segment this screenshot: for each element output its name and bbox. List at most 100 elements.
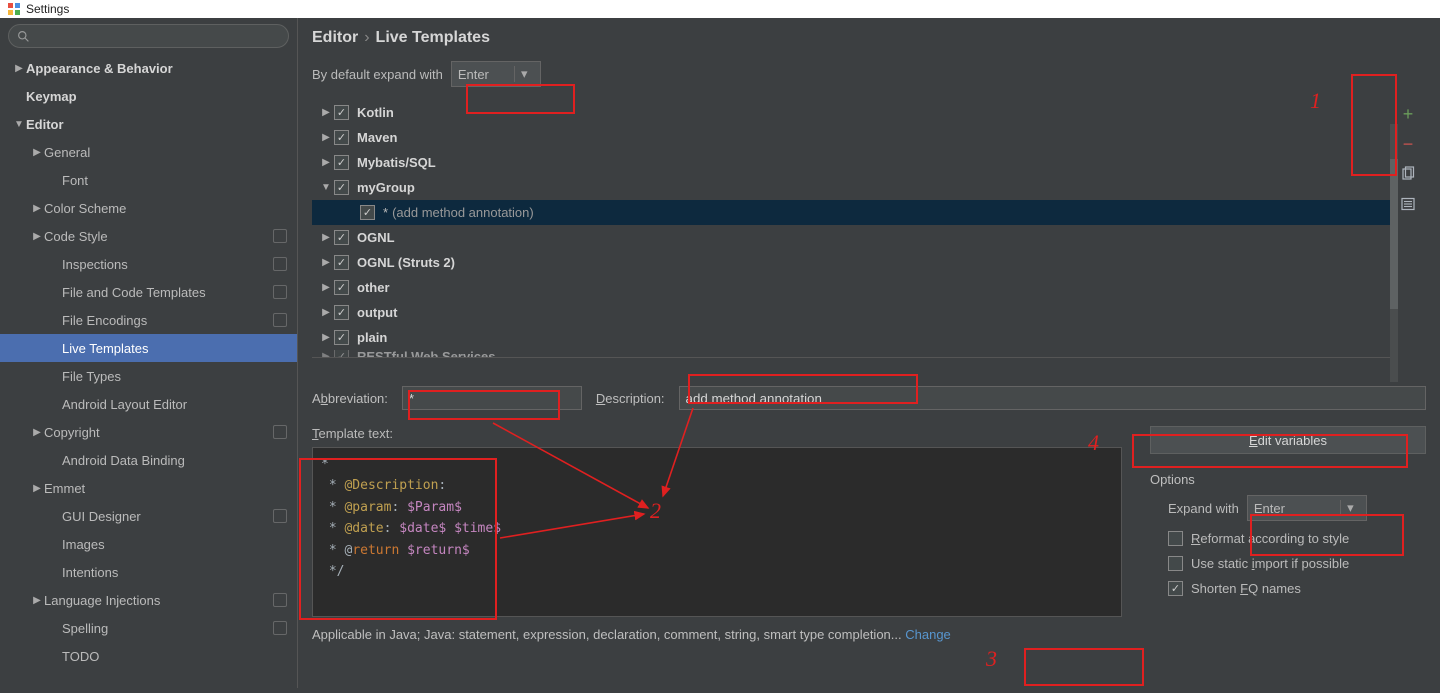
checkbox-icon[interactable]: ✓ — [334, 105, 349, 120]
search-wrap — [0, 18, 297, 54]
sidebar-item-label: Appearance & Behavior — [26, 61, 287, 76]
static-import-option[interactable]: Use static import if possible — [1150, 556, 1426, 571]
sidebar-item-label: Intentions — [62, 565, 287, 580]
sidebar-item[interactable]: File Encodings — [0, 306, 297, 334]
sidebar-item-label: File and Code Templates — [62, 285, 273, 300]
sidebar-item[interactable]: File and Code Templates — [0, 278, 297, 306]
group-label: Kotlin — [357, 105, 394, 120]
sidebar-item[interactable]: ▶Copyright — [0, 418, 297, 446]
applicable-text: Applicable in Java; Java: statement, exp… — [312, 627, 902, 642]
template-group[interactable]: ▼✓myGroup — [312, 175, 1390, 200]
sidebar-item[interactable]: Intentions — [0, 558, 297, 586]
abbreviation-input[interactable] — [402, 386, 582, 410]
sidebar-item[interactable]: Images — [0, 530, 297, 558]
sidebar-item[interactable]: ▶General — [0, 138, 297, 166]
sidebar-item[interactable]: ▼Editor — [0, 110, 297, 138]
template-group[interactable]: ▶✓other — [312, 275, 1390, 300]
sidebar-item[interactable]: Font — [0, 166, 297, 194]
group-label: other — [357, 280, 390, 295]
copy-template-button[interactable] — [1398, 164, 1418, 184]
default-expand-label: By default expand with — [312, 67, 443, 82]
tree-arrow-icon: ▶ — [318, 332, 334, 343]
app-icon — [8, 3, 20, 15]
expand-with-select[interactable]: Enter ▾ — [1247, 495, 1367, 521]
group-label: Mybatis/SQL — [357, 155, 436, 170]
settings-button[interactable] — [1398, 194, 1418, 214]
sidebar-item-label: Images — [62, 537, 287, 552]
reformat-option[interactable]: Reformat according to style — [1150, 531, 1426, 546]
template-group[interactable]: ▶✓output — [312, 300, 1390, 325]
search-input[interactable] — [8, 24, 289, 48]
template-groups-list[interactable]: ▶✓Kotlin▶✓Maven▶✓Mybatis/SQL▼✓myGroup✓* … — [312, 100, 1390, 358]
project-scope-icon — [273, 285, 287, 299]
remove-template-button[interactable]: − — [1398, 134, 1418, 154]
checkbox-icon[interactable]: ✓ — [334, 230, 349, 245]
group-label: OGNL (Struts 2) — [357, 255, 455, 270]
sidebar-item[interactable]: File Types — [0, 362, 297, 390]
description-input[interactable] — [679, 386, 1426, 410]
sidebar-item[interactable]: Android Data Binding — [0, 446, 297, 474]
sidebar-item[interactable]: Live Templates — [0, 334, 297, 362]
abbr-desc-row: Abbreviation: Description: — [312, 386, 1426, 410]
template-group[interactable]: ▶✓ plain — [312, 325, 1390, 350]
checkbox-icon[interactable]: ✓ — [334, 155, 349, 170]
template-group[interactable]: ▶✓RESTful Web Services — [312, 350, 1390, 358]
tree-arrow-icon: ▼ — [318, 182, 334, 193]
project-scope-icon — [273, 509, 287, 523]
sidebar-item[interactable]: Android Layout Editor — [0, 390, 297, 418]
group-label: Maven — [357, 130, 397, 145]
sidebar-item-label: Editor — [26, 117, 287, 132]
sidebar-item-label: Language Injections — [44, 593, 273, 608]
sidebar-item[interactable]: TODO — [0, 642, 297, 670]
sidebar-item[interactable]: Inspections — [0, 250, 297, 278]
groups-scrollbar[interactable] — [1390, 124, 1398, 382]
checkbox-icon[interactable]: ✓ — [334, 350, 349, 358]
template-group[interactable]: ▶✓ Kotlin — [312, 100, 1390, 125]
shorten-fq-option[interactable]: ✓ Shorten FQ names — [1150, 581, 1426, 596]
add-template-button[interactable]: + — [1398, 104, 1418, 124]
group-label: plain — [357, 330, 387, 345]
tree-arrow-icon: ▶ — [30, 231, 44, 242]
settings-tree[interactable]: ▶Appearance & BehaviorKeymap▼Editor▶Gene… — [0, 54, 297, 688]
sidebar-item-label: Emmet — [44, 481, 287, 496]
project-scope-icon — [273, 621, 287, 635]
description-label: Description: — [596, 391, 665, 406]
template-item[interactable]: ✓* (add method annotation) — [312, 200, 1390, 225]
tree-arrow-icon: ▶ — [318, 307, 334, 318]
sidebar-item[interactable]: ▶Code Style — [0, 222, 297, 250]
sidebar-item[interactable]: GUI Designer — [0, 502, 297, 530]
template-group[interactable]: ▶✓Mybatis/SQL — [312, 150, 1390, 175]
checkbox-icon[interactable]: ✓ — [334, 330, 349, 345]
change-context-link[interactable]: Change — [905, 627, 951, 642]
tree-arrow-icon: ▶ — [318, 107, 334, 118]
sidebar-item-label: Color Scheme — [44, 201, 287, 216]
checkbox-icon[interactable]: ✓ — [360, 205, 375, 220]
template-group[interactable]: ▶✓OGNL (Struts 2) — [312, 250, 1390, 275]
sidebar-item-label: Copyright — [44, 425, 273, 440]
sidebar-item-label: File Types — [62, 369, 287, 384]
checkbox-icon[interactable]: ✓ — [334, 180, 349, 195]
checkbox-icon[interactable]: ✓ — [334, 255, 349, 270]
checkbox-icon[interactable]: ✓ — [334, 305, 349, 320]
tree-arrow-icon: ▶ — [30, 427, 44, 438]
tree-arrow-icon: ▶ — [318, 351, 334, 359]
sidebar-item-label: GUI Designer — [62, 509, 273, 524]
abbreviation-label: Abbreviation: — [312, 391, 388, 406]
template-group[interactable]: ▶✓OGNL — [312, 225, 1390, 250]
template-section: Template text: * * @Description: * @para… — [312, 426, 1426, 642]
edit-variables-button[interactable]: Edit variables — [1150, 426, 1426, 454]
default-expand-select[interactable]: Enter ▾ — [451, 61, 541, 87]
sidebar-item[interactable]: ▶Emmet — [0, 474, 297, 502]
code-line: * @Description: — [321, 475, 1113, 496]
scrollbar-thumb[interactable] — [1390, 159, 1398, 309]
sidebar-item[interactable]: ▶Color Scheme — [0, 194, 297, 222]
sidebar-item[interactable]: Keymap — [0, 82, 297, 110]
checkbox-icon[interactable]: ✓ — [334, 280, 349, 295]
applicable-contexts: Applicable in Java; Java: statement, exp… — [312, 627, 1134, 642]
sidebar-item[interactable]: ▶Appearance & Behavior — [0, 54, 297, 82]
sidebar-item[interactable]: Spelling — [0, 614, 297, 642]
template-text-editor[interactable]: * * @Description: * @param: $Param$ * @d… — [312, 447, 1122, 617]
template-group[interactable]: ▶✓Maven — [312, 125, 1390, 150]
checkbox-icon[interactable]: ✓ — [334, 130, 349, 145]
sidebar-item[interactable]: ▶Language Injections — [0, 586, 297, 614]
